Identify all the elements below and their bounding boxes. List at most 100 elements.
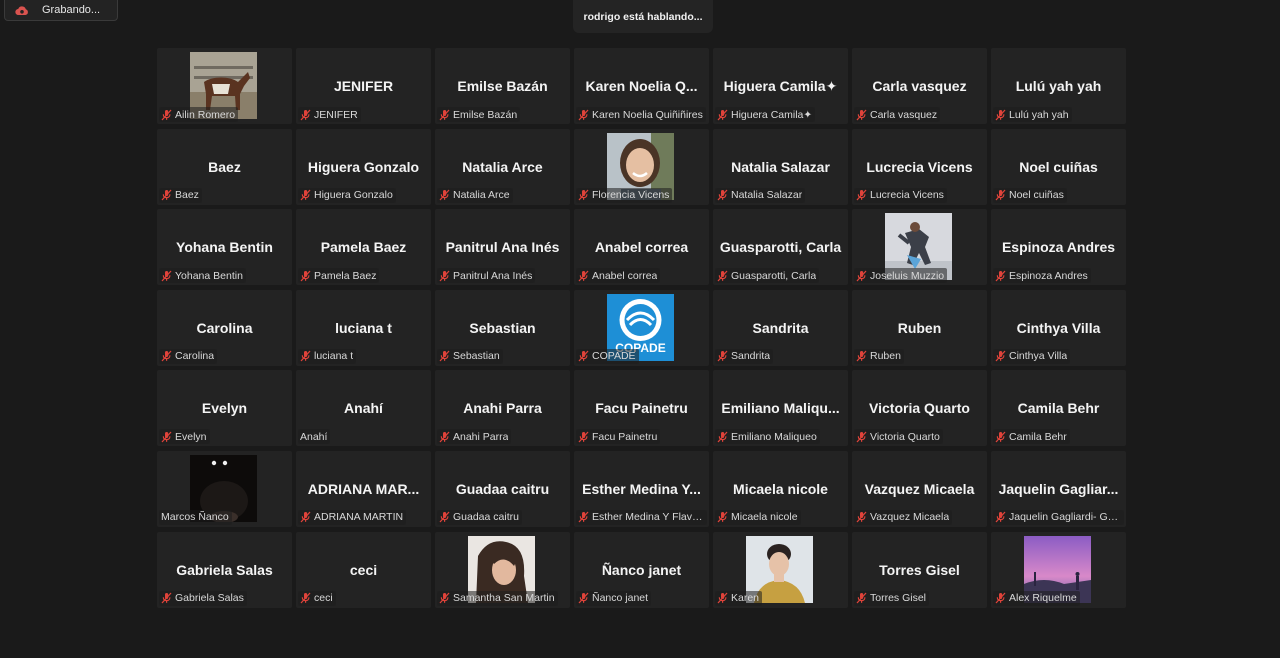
participant-tile[interactable]: Guasparotti, Carla Guasparotti, Carla [713, 209, 848, 286]
participant-tile[interactable]: Micaela nicole Micaela nicole [713, 450, 848, 527]
participant-tile[interactable]: Jaquelin Gagliar... Jaquelin Gagliardi- G… [991, 450, 1126, 527]
participant-tile[interactable]: Evelyn Evelyn [157, 370, 292, 447]
participant-name-label: Anabel correa [576, 268, 661, 284]
participant-label-text: Joseluis Muzzio [870, 269, 945, 282]
mic-muted-icon [439, 431, 450, 443]
mic-muted-icon [439, 270, 450, 282]
participant-tile[interactable]: Espinoza Andres Espinoza Andres [991, 209, 1126, 286]
participant-tile[interactable]: Vazquez Micaela Vazquez Micaela [852, 450, 987, 527]
participant-name-label: Carolina [159, 348, 218, 364]
participant-tile[interactable]: Higuera Gonzalo Higuera Gonzalo [296, 128, 431, 205]
participant-tile[interactable]: Alex Riquelme [991, 531, 1126, 608]
participant-tile[interactable]: Marcos Ñanco [157, 450, 292, 527]
participant-label-text: Jaquelin Gagliardi- GEO [1009, 511, 1121, 524]
participant-tile[interactable]: Carla vasquez Carla vasquez [852, 48, 987, 124]
participant-tile[interactable]: JENIFER JENIFER [296, 48, 431, 124]
participant-label-text: JENIFER [314, 108, 358, 121]
participant-tile[interactable]: Victoria Quarto Victoria Quarto [852, 370, 987, 447]
participant-tile[interactable]: Cinthya Villa Cinthya Villa [991, 289, 1126, 366]
participant-tile[interactable]: Torres Gisel Torres Gisel [852, 531, 987, 608]
participant-label-text: Gabriela Salas [175, 592, 244, 605]
mic-muted-icon [578, 512, 589, 523]
recording-indicator[interactable]: Grabando... [4, 0, 118, 21]
participant-label-text: Ruben [870, 350, 901, 363]
participant-display-name: Ruben [897, 319, 942, 336]
participant-name-label: Sebastian [437, 348, 503, 364]
participant-tile[interactable]: Karen Noelia Q... Karen Noelia Quiñiñires [574, 48, 709, 124]
participant-tile[interactable]: Samantha San Martin [435, 531, 570, 608]
participant-display-name: Lulú yah yah [1015, 78, 1102, 94]
participant-name-label: Alex Riquelme [993, 590, 1080, 606]
participant-tile[interactable]: luciana t luciana t [296, 289, 431, 366]
participant-tile[interactable]: Facu Painetru Facu Painetru [574, 370, 709, 447]
mic-muted-icon [717, 189, 728, 201]
participant-tile[interactable]: Yohana Bentin Yohana Bentin [157, 209, 292, 286]
mic-muted-icon [856, 109, 867, 120]
mic-muted-icon [578, 350, 589, 362]
participant-tile[interactable]: Sandrita Sandrita [713, 289, 848, 366]
participant-label-text: Natalia Salazar [731, 189, 803, 202]
participant-tile[interactable]: Sebastian Sebastian [435, 289, 570, 366]
participant-tile[interactable]: Carolina Carolina [157, 289, 292, 366]
participant-tile[interactable]: ADRIANA MAR... ADRIANA MARTIN [296, 450, 431, 527]
participant-display-name: JENIFER [333, 78, 394, 94]
participant-tile[interactable]: ceci ceci [296, 531, 431, 608]
participant-name-label: Victoria Quarto [854, 429, 943, 445]
participant-tile[interactable]: Noel cuiñas Noel cuiñas [991, 128, 1126, 205]
participant-name-label: Joseluis Muzzio [854, 268, 948, 284]
mic-muted-icon [439, 512, 450, 523]
participant-name-label: Torres Gisel [854, 590, 930, 606]
participant-name-label: Samantha San Martin [437, 590, 558, 606]
mic-muted-icon [995, 270, 1006, 282]
participant-tile[interactable]: Ruben Ruben [852, 289, 987, 366]
participant-display-name: Carla vasquez [872, 78, 967, 94]
participant-tile[interactable]: Florencia Vicens [574, 128, 709, 205]
participant-tile[interactable]: Karen [713, 531, 848, 608]
participant-display-name: Panitrul Ana Inés [445, 239, 560, 256]
participant-display-name: Esther Medina Y... [582, 480, 701, 497]
participant-tile[interactable]: Camila Behr Camila Behr [991, 370, 1126, 447]
participant-label-text: Evelyn [175, 430, 207, 443]
participant-tile[interactable]: Gabriela Salas Gabriela Salas [157, 531, 292, 608]
participant-tile[interactable]: Emiliano Maliqu... Emiliano Maliqueo [713, 370, 848, 447]
participant-tile[interactable]: Joseluis Muzzio [852, 209, 987, 286]
participant-tile[interactable]: Ñanco janet Ñanco janet [574, 531, 709, 608]
participant-display-name: Facu Painetru [595, 400, 688, 417]
participant-name-label: Higuera Gonzalo [298, 187, 396, 203]
mic-muted-icon [995, 109, 1006, 120]
participant-tile[interactable]: Anabel correa Anabel correa [574, 209, 709, 286]
mic-muted-icon [578, 592, 589, 604]
participant-display-name: Lucrecia Vicens [866, 158, 973, 175]
participant-tile[interactable]: Guadaa caitru Guadaa caitru [435, 450, 570, 527]
participant-display-name: Baez [208, 158, 241, 175]
participant-tile[interactable]: COPADE COPADE [574, 289, 709, 366]
participant-tile[interactable]: Higuera Camila✦ Higuera Camila✦ [713, 48, 848, 124]
participant-label-text: Sandrita [731, 350, 771, 363]
participant-tile[interactable]: Panitrul Ana Inés Panitrul Ana Inés [435, 209, 570, 286]
participant-tile[interactable]: Anahí Anahí [296, 370, 431, 447]
participant-tile[interactable]: Anahi Parra Anahi Parra [435, 370, 570, 447]
mic-muted-icon [717, 270, 728, 282]
participant-display-name: Pamela Baez [320, 239, 407, 256]
participant-label-text: Torres Gisel [870, 592, 927, 605]
participant-label-text: COPADE [592, 350, 636, 363]
mic-muted-icon [578, 189, 589, 201]
mic-muted-icon [995, 512, 1006, 523]
participant-tile[interactable]: Emilse Bazán Emilse Bazán [435, 48, 570, 124]
mic-muted-icon [161, 592, 172, 604]
mic-muted-icon [300, 189, 311, 201]
participant-tile[interactable]: Ailin Romero [157, 48, 292, 124]
participant-tile[interactable]: Esther Medina Y... Esther Medina Y Flavio… [574, 450, 709, 527]
participant-tile[interactable]: Pamela Baez Pamela Baez [296, 209, 431, 286]
participant-name-label: luciana t [298, 348, 357, 364]
mic-muted-icon [856, 270, 867, 282]
participant-tile[interactable]: Natalia Arce Natalia Arce [435, 128, 570, 205]
participant-label-text: Carla vasquez [870, 108, 938, 121]
participant-tile[interactable]: Lulú yah yah Lulú yah yah [991, 48, 1126, 124]
participant-name-label: COPADE [576, 348, 639, 364]
participant-name-label: Sandrita [715, 348, 774, 364]
mic-muted-icon [717, 431, 728, 443]
participant-tile[interactable]: Baez Baez [157, 128, 292, 205]
participant-tile[interactable]: Lucrecia Vicens Lucrecia Vicens [852, 128, 987, 205]
participant-tile[interactable]: Natalia Salazar Natalia Salazar [713, 128, 848, 205]
